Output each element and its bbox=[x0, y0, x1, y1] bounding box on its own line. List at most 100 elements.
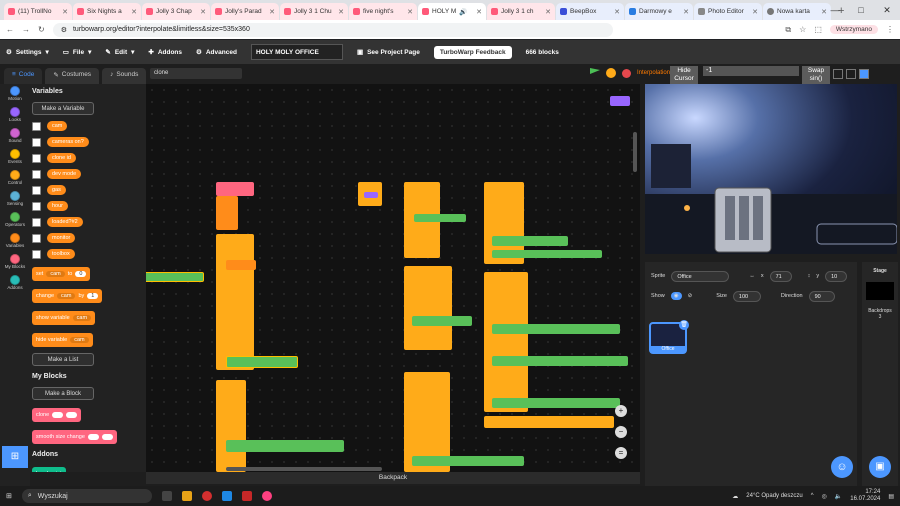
close-tab-icon[interactable]: ✕ bbox=[476, 8, 482, 16]
zoom-reset-button[interactable]: = bbox=[615, 447, 627, 459]
script-block[interactable] bbox=[146, 272, 204, 282]
windows-start-icon[interactable]: ⊞ bbox=[6, 492, 12, 500]
script-block[interactable] bbox=[492, 236, 568, 246]
sprite-thumbnail[interactable]: 🗑 Office bbox=[649, 320, 689, 354]
forward-icon[interactable]: → bbox=[22, 25, 30, 34]
task-view-icon[interactable] bbox=[161, 491, 172, 501]
category-motion[interactable]: Motion bbox=[0, 84, 30, 105]
browser-tab[interactable]: Nowa karta ✕ bbox=[763, 3, 831, 20]
show-variable-block[interactable]: show variable cam bbox=[32, 311, 96, 325]
script-block[interactable] bbox=[226, 260, 256, 270]
see-project-page-button[interactable]: ▣ See Project Page bbox=[357, 48, 420, 57]
stage-thumbnail[interactable] bbox=[866, 282, 894, 300]
script-stack[interactable] bbox=[216, 380, 246, 472]
variable-checkbox[interactable] bbox=[32, 137, 41, 147]
number-input[interactable]: -1 bbox=[703, 66, 799, 76]
close-tab-icon[interactable]: ✕ bbox=[131, 8, 137, 16]
category-variables[interactable]: Variables bbox=[0, 231, 30, 252]
variable-dropdown[interactable]: cam bbox=[70, 337, 89, 343]
block-search-input[interactable]: clone bbox=[150, 68, 242, 79]
make-variable-button[interactable]: Make a Variable bbox=[32, 102, 94, 115]
browser-tab[interactable]: Photo Editor ✕ bbox=[694, 3, 762, 20]
direction-input[interactable]: 90 bbox=[808, 290, 835, 302]
volume-icon[interactable]: 🔈 bbox=[835, 493, 842, 500]
category-control[interactable]: Control bbox=[0, 168, 30, 189]
show-visible-icon[interactable]: ◉ bbox=[670, 292, 682, 300]
add-sprite-button[interactable]: ☺ bbox=[831, 456, 853, 478]
variable-dropdown[interactable]: cam bbox=[46, 271, 65, 277]
close-tab-icon[interactable]: ✕ bbox=[200, 8, 206, 16]
category-events[interactable]: Events bbox=[0, 147, 30, 168]
project-title-input[interactable]: HOLY MOLY OFFICE bbox=[250, 44, 343, 60]
tab-sounds[interactable]: ♪ Sounds bbox=[102, 68, 147, 84]
close-tab-icon[interactable]: ✕ bbox=[62, 8, 68, 16]
close-tab-icon[interactable]: ✕ bbox=[614, 8, 620, 16]
value-field[interactable] bbox=[66, 412, 78, 418]
stop-icon[interactable] bbox=[622, 68, 631, 78]
close-tab-icon[interactable]: ✕ bbox=[545, 8, 551, 16]
zoom-in-button[interactable]: + bbox=[615, 405, 627, 417]
script-block[interactable] bbox=[492, 324, 620, 334]
variable-checkbox[interactable] bbox=[32, 169, 41, 179]
backpack[interactable]: Backpack bbox=[146, 472, 640, 484]
make-block-button[interactable]: Make a Block bbox=[32, 387, 94, 400]
category-my-blocks[interactable]: My Blocks bbox=[0, 252, 30, 273]
close-tab-icon[interactable]: ✕ bbox=[338, 8, 344, 16]
tab-code[interactable]: ≡ Code bbox=[4, 68, 43, 84]
script-stack[interactable] bbox=[216, 234, 254, 370]
script-block[interactable] bbox=[492, 398, 620, 408]
menu-icon[interactable]: ⋮ bbox=[886, 25, 894, 34]
close-tab-icon[interactable]: ✕ bbox=[269, 8, 275, 16]
make-list-button[interactable]: Make a List bbox=[32, 353, 94, 366]
script-stack[interactable] bbox=[216, 196, 238, 230]
hide-icon[interactable]: ⊘ bbox=[688, 293, 693, 299]
close-tab-icon[interactable]: ✕ bbox=[752, 8, 758, 16]
hide-cursor-button[interactable]: Hide Cursor bbox=[670, 66, 698, 84]
script-block[interactable] bbox=[414, 214, 466, 222]
script-hat-block[interactable] bbox=[216, 182, 254, 196]
swap-button[interactable]: Swap sin() bbox=[802, 66, 830, 84]
variable-dropdown[interactable]: cam bbox=[57, 293, 76, 299]
y-input[interactable]: 10 bbox=[825, 270, 848, 282]
browser-tab-active[interactable]: HOLY M 🔊 ✕ bbox=[418, 3, 486, 20]
extensions-button[interactable]: ⊞ bbox=[2, 446, 28, 468]
script-block[interactable] bbox=[412, 456, 524, 466]
variable-checkbox[interactable] bbox=[32, 153, 41, 163]
clone-custom-block[interactable]: clone bbox=[32, 408, 82, 422]
pause-icon[interactable] bbox=[606, 68, 616, 78]
zoom-out-button[interactable]: − bbox=[615, 426, 627, 438]
set-variable-block[interactable]: set cam to 0 bbox=[32, 267, 91, 281]
variable-block[interactable]: gas bbox=[47, 185, 66, 195]
value-field[interactable] bbox=[87, 434, 99, 440]
value-field[interactable]: 1 bbox=[87, 293, 99, 299]
horizontal-scrollbar[interactable] bbox=[226, 467, 382, 471]
size-input[interactable]: 100 bbox=[732, 290, 761, 302]
variable-dropdown[interactable]: cam bbox=[72, 315, 92, 321]
variable-block[interactable]: cameras on? bbox=[47, 137, 89, 147]
advanced-menu[interactable]: ⚙ Advanced bbox=[196, 48, 237, 57]
category-looks[interactable]: Looks bbox=[0, 105, 30, 126]
site-info-icon[interactable]: ⚙ bbox=[61, 26, 67, 34]
variable-block[interactable]: monitor bbox=[47, 233, 76, 243]
close-window-button[interactable]: ✕ bbox=[874, 0, 900, 20]
browser-tab[interactable]: Darmowy e ✕ bbox=[625, 3, 693, 20]
large-stage-icon[interactable] bbox=[846, 69, 856, 79]
category-sound[interactable]: Sound bbox=[0, 126, 30, 147]
script-block[interactable] bbox=[484, 416, 614, 428]
variable-block[interactable]: dev mode bbox=[47, 169, 82, 179]
fullscreen-icon[interactable] bbox=[859, 69, 869, 79]
script-area[interactable] bbox=[146, 84, 640, 472]
variable-block[interactable]: clone id bbox=[47, 153, 76, 163]
green-flag-icon[interactable] bbox=[590, 68, 600, 74]
maximize-button[interactable]: □ bbox=[848, 0, 874, 20]
browser-tab[interactable]: Jolly 3 1 ch ✕ bbox=[487, 3, 555, 20]
script-block[interactable] bbox=[364, 192, 378, 198]
browser-tab[interactable]: BeepBox ✕ bbox=[556, 3, 624, 20]
category-sensing[interactable]: Sensing bbox=[0, 189, 30, 210]
smooth-size-change-block[interactable]: smooth size change bbox=[32, 430, 118, 444]
category-operators[interactable]: Operators bbox=[0, 210, 30, 231]
breakpoint-block[interactable]: breakpoint bbox=[32, 467, 66, 472]
change-variable-block[interactable]: change cam by 1 bbox=[32, 289, 103, 303]
script-block[interactable] bbox=[226, 440, 344, 452]
x-input[interactable]: 71 bbox=[769, 270, 792, 282]
